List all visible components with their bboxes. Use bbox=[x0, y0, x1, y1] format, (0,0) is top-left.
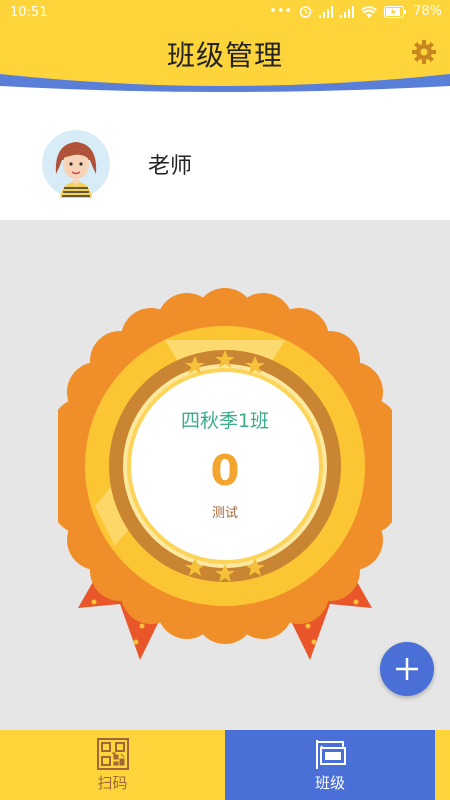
app-header: 班级管理 bbox=[0, 26, 450, 92]
add-class-button[interactable] bbox=[380, 642, 434, 696]
signal-icon-2 bbox=[340, 5, 355, 18]
status-bar: 10:51 ••• 78% bbox=[0, 0, 450, 26]
bottom-nav: 扫码 班级 bbox=[0, 730, 450, 800]
wifi-icon bbox=[361, 5, 378, 18]
more-dots-icon: ••• bbox=[269, 4, 293, 19]
battery-level: 78% bbox=[413, 4, 442, 19]
avatar bbox=[42, 130, 110, 198]
class-score: 0 bbox=[210, 446, 240, 495]
tab-scan[interactable]: 扫码 bbox=[0, 730, 225, 800]
page-title: 班级管理 bbox=[166, 39, 283, 72]
gear-icon bbox=[412, 40, 436, 64]
tab-class[interactable]: 班级 bbox=[225, 730, 435, 800]
profile-section[interactable]: 老师 bbox=[0, 92, 450, 220]
qr-code-icon bbox=[96, 738, 129, 770]
tab-scan-label: 扫码 bbox=[97, 774, 128, 792]
alarm-icon bbox=[299, 6, 312, 18]
class-subtitle: 测试 bbox=[211, 506, 238, 521]
battery-icon bbox=[384, 5, 407, 18]
status-icons: ••• 78% bbox=[269, 4, 442, 19]
bottom-nav-edge bbox=[435, 730, 450, 800]
settings-button[interactable] bbox=[410, 38, 438, 66]
signal-icon bbox=[319, 5, 334, 18]
class-list-area: 四秋季1班 0 测试 bbox=[0, 220, 450, 730]
tab-class-label: 班级 bbox=[314, 774, 345, 792]
plus-icon bbox=[396, 658, 418, 680]
class-name: 四秋季1班 bbox=[180, 410, 270, 432]
class-sign-icon bbox=[316, 740, 346, 769]
status-time: 10:51 bbox=[10, 5, 48, 20]
user-name: 老师 bbox=[148, 154, 193, 179]
